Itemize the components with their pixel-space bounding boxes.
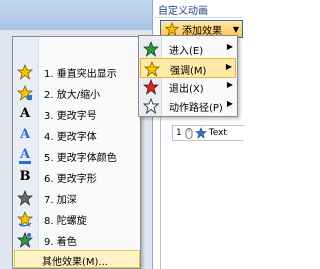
chevron-right-icon: ▶ — [226, 42, 233, 51]
chevron-right-icon: ▶ — [225, 62, 232, 71]
star-icon — [17, 64, 33, 80]
font-color-bar — [19, 161, 31, 164]
emphasis-effects-menu: 1. 垂直突出显示 2. 放大/缩小 A 3. 更改字号 A 4. 更改字体 A… — [12, 36, 141, 269]
menu-item-change-font-color[interactable]: A 5. 更改字体颜色 — [14, 145, 140, 166]
menu-item-change-font-style[interactable]: B 6. 更改字形 — [14, 166, 140, 187]
add-effect-star-icon — [165, 22, 179, 36]
menu-item-label: 6. 更改字形 — [44, 174, 97, 185]
chevron-down-icon: ▼ — [232, 24, 239, 34]
submenu-item-emphasis[interactable]: 强调(M) ▶ — [140, 58, 236, 78]
toolbar-strip — [0, 0, 160, 30]
menu-item-label: 8. 陀螺旋 — [44, 216, 87, 227]
submenu-item-label: 进入(E) — [169, 46, 204, 57]
entrance-star-icon — [143, 41, 159, 57]
menu-item-vertical-highlight[interactable]: 1. 垂直突出显示 — [14, 61, 140, 82]
menu-item-darken[interactable]: 7. 加深 — [14, 187, 140, 208]
font-icon: A — [17, 127, 33, 143]
bold-icon: B — [17, 169, 33, 185]
submenu-item-exit[interactable]: 退出(X) ▶ — [140, 77, 236, 97]
menu-item-label: 1. 垂直突出显示 — [44, 69, 117, 80]
star-icon — [17, 85, 33, 101]
menu-item-spin[interactable]: 8. 陀螺旋 — [14, 208, 140, 229]
star-icon — [17, 232, 33, 248]
menu-item-label: 5. 更改字体颜色 — [44, 153, 117, 164]
submenu-item-motion-path[interactable]: 动作路径(P) ▶ — [140, 96, 236, 116]
mouse-icon — [185, 127, 193, 139]
more-effects-menu-item[interactable]: 其他效果(M)... — [14, 250, 140, 268]
menu-item-label: 2. 放大/缩小 — [44, 90, 101, 101]
menu-item-label: 3. 更改字号 — [44, 111, 97, 122]
font-color-icon: A — [17, 148, 33, 164]
pane-divider — [152, 17, 243, 18]
menu-item-label: 7. 加深 — [44, 195, 77, 206]
pane-title: 自定义动画 — [158, 6, 208, 17]
emphasis-star-icon — [144, 61, 160, 77]
font-glyph: A — [19, 127, 31, 142]
chevron-right-icon: ▶ — [226, 99, 233, 108]
star-icon — [17, 211, 33, 227]
menu-item-colorize[interactable]: 9. 着色 — [14, 229, 140, 250]
menu-item-label: 4. 更改字体 — [44, 132, 97, 143]
submenu-item-label: 退出(X) — [169, 84, 204, 95]
menu-item-change-font-size[interactable]: A 3. 更改字号 — [14, 103, 140, 124]
star-icon — [17, 190, 33, 206]
bold-glyph: B — [19, 169, 31, 184]
effect-list-item[interactable]: 1 Text — [172, 125, 244, 141]
emphasis-star-icon — [194, 127, 207, 139]
menu-item-grow-shrink[interactable]: 2. 放大/缩小 — [14, 82, 140, 103]
menu-item-change-font[interactable]: A 4. 更改字体 — [14, 124, 140, 145]
submenu-item-entrance[interactable]: 进入(E) ▶ — [140, 39, 236, 59]
menu-item-label: 9. 着色 — [44, 237, 77, 248]
font-size-icon: A — [17, 106, 33, 122]
effect-order-number: 1 — [176, 128, 182, 138]
chevron-right-icon: ▶ — [226, 80, 233, 89]
font-size-glyph: A — [19, 106, 31, 121]
font-color-glyph: A — [19, 147, 31, 162]
exit-star-icon — [143, 79, 159, 95]
effect-category-menu: 进入(E) ▶ 强调(M) ▶ 退出(X) ▶ 动作路径(P) ▶ — [138, 35, 238, 117]
more-effects-label: 其他效果(M)... — [42, 257, 108, 268]
submenu-item-label: 强调(M) — [170, 66, 207, 77]
motion-path-star-icon — [143, 98, 159, 114]
submenu-item-label: 动作路径(P) — [169, 103, 223, 114]
effect-list-text: Text — [208, 128, 227, 138]
